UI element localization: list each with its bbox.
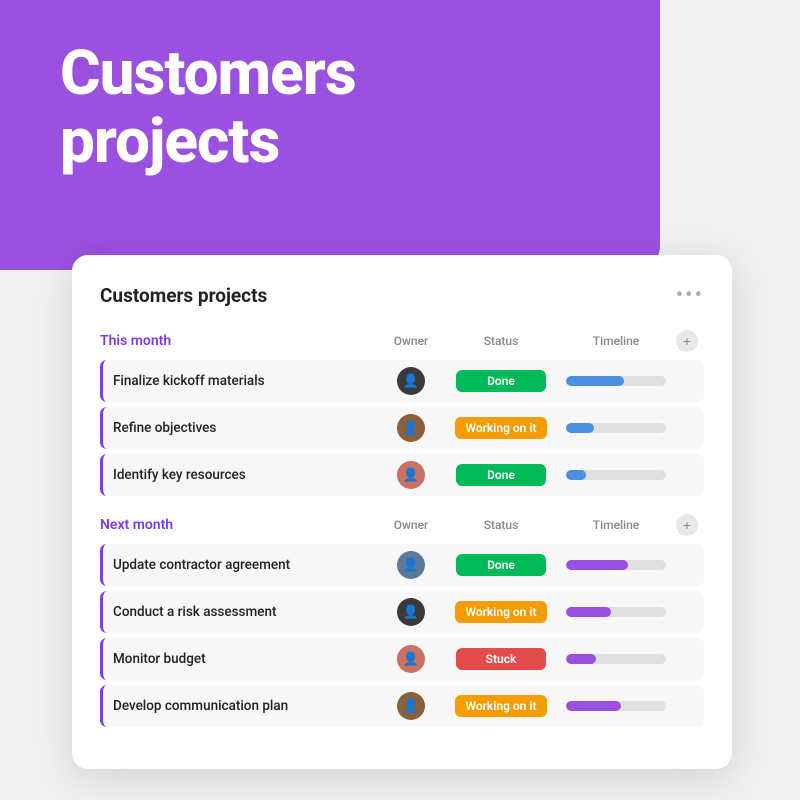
timeline-cell (556, 560, 676, 570)
col-owner-label: Owner (376, 518, 446, 532)
status-cell[interactable]: Done (446, 554, 556, 576)
avatar: 👤 (397, 414, 425, 442)
timeline-bar-bg (566, 654, 666, 664)
timeline-bar-bg (566, 607, 666, 617)
table-row: Identify key resources 👤 Done (100, 454, 704, 496)
status-cell[interactable]: Done (446, 370, 556, 392)
section-header-next-month: Next month Owner Status Timeline + (100, 514, 704, 536)
more-menu-button[interactable]: ••• (676, 283, 704, 308)
timeline-bar-fill (566, 607, 611, 617)
timeline-bar-fill (566, 376, 624, 386)
avatar: 👤 (397, 461, 425, 489)
col-status-label: Status (446, 518, 556, 532)
task-name: Conduct a risk assessment (113, 604, 376, 620)
task-name: Refine objectives (113, 420, 376, 436)
table-row: Update contractor agreement 👤 Done (100, 544, 704, 586)
status-badge[interactable]: Done (456, 370, 546, 392)
section-next-month: Next month Owner Status Timeline + Updat… (100, 514, 704, 727)
owner-avatar-cell: 👤 (376, 598, 446, 626)
timeline-bar-bg (566, 701, 666, 711)
timeline-bar-bg (566, 470, 666, 480)
status-cell[interactable]: Working on it (446, 417, 556, 439)
status-cell[interactable]: Done (446, 464, 556, 486)
table-row: Conduct a risk assessment 👤 Working on i… (100, 591, 704, 633)
timeline-bar-fill (566, 654, 596, 664)
add-task-button[interactable]: + (676, 514, 698, 536)
table-row: Finalize kickoff materials 👤 Done (100, 360, 704, 402)
timeline-cell (556, 607, 676, 617)
timeline-bar-fill (566, 423, 594, 433)
owner-avatar-cell: 👤 (376, 645, 446, 673)
section-label: Next month (100, 517, 376, 533)
timeline-cell (556, 423, 676, 433)
card-header: Customers projects ••• (100, 283, 704, 308)
col-owner-label: Owner (376, 334, 446, 348)
status-cell[interactable]: Working on it (446, 695, 556, 717)
owner-avatar-cell: 👤 (376, 414, 446, 442)
timeline-cell (556, 701, 676, 711)
projects-card: Customers projects ••• This month Owner … (72, 255, 732, 769)
col-timeline-label: Timeline (556, 334, 676, 348)
task-name: Update contractor agreement (113, 557, 376, 573)
timeline-bar-bg (566, 423, 666, 433)
status-badge[interactable]: Done (456, 554, 546, 576)
timeline-bar-bg (566, 376, 666, 386)
status-badge[interactable]: Working on it (455, 417, 546, 439)
add-task-button[interactable]: + (676, 330, 698, 352)
owner-avatar-cell: 👤 (376, 551, 446, 579)
avatar: 👤 (397, 598, 425, 626)
avatar: 👤 (397, 645, 425, 673)
status-cell[interactable]: Stuck (446, 648, 556, 670)
owner-avatar-cell: 👤 (376, 367, 446, 395)
col-status-label: Status (446, 334, 556, 348)
hero-title-line2: projects (60, 105, 279, 178)
timeline-bar-fill (566, 701, 621, 711)
task-name: Monitor budget (113, 651, 376, 667)
status-badge[interactable]: Working on it (455, 695, 546, 717)
task-name: Develop communication plan (113, 698, 376, 714)
timeline-cell (556, 654, 676, 664)
hero-title: Customers projects (60, 40, 356, 176)
status-cell[interactable]: Working on it (446, 601, 556, 623)
section-this-month: This month Owner Status Timeline + Final… (100, 330, 704, 496)
avatar: 👤 (397, 551, 425, 579)
sections-container: This month Owner Status Timeline + Final… (100, 330, 704, 727)
col-timeline-label: Timeline (556, 518, 676, 532)
section-label: This month (100, 333, 376, 349)
task-name: Finalize kickoff materials (113, 373, 376, 389)
table-row: Develop communication plan 👤 Working on … (100, 685, 704, 727)
status-badge[interactable]: Stuck (456, 648, 546, 670)
avatar: 👤 (397, 367, 425, 395)
task-name: Identify key resources (113, 467, 376, 483)
status-badge[interactable]: Working on it (455, 601, 546, 623)
timeline-bar-fill (566, 560, 628, 570)
status-badge[interactable]: Done (456, 464, 546, 486)
timeline-bar-fill (566, 470, 586, 480)
owner-avatar-cell: 👤 (376, 461, 446, 489)
avatar: 👤 (397, 692, 425, 720)
hero-title-line1: Customers (60, 37, 356, 110)
owner-avatar-cell: 👤 (376, 692, 446, 720)
timeline-cell (556, 470, 676, 480)
table-row: Monitor budget 👤 Stuck (100, 638, 704, 680)
card-title: Customers projects (100, 284, 267, 307)
timeline-bar-bg (566, 560, 666, 570)
table-row: Refine objectives 👤 Working on it (100, 407, 704, 449)
section-header-this-month: This month Owner Status Timeline + (100, 330, 704, 352)
timeline-cell (556, 376, 676, 386)
